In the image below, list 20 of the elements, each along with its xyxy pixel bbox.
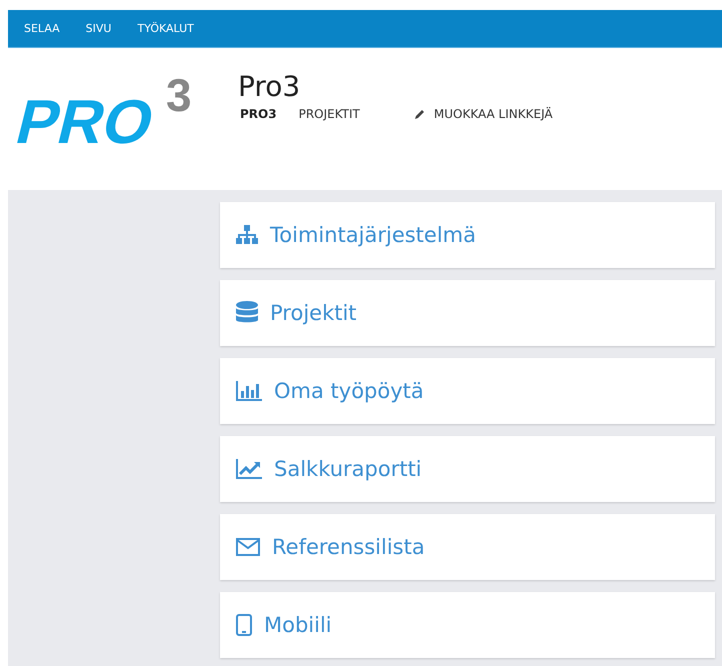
tile-link[interactable]: Projektit: [220, 280, 715, 346]
tile-link[interactable]: Mobiili: [220, 592, 715, 658]
line-chart-icon: [236, 459, 262, 479]
pencil-icon: [414, 108, 426, 120]
tile-link[interactable]: Toimintajärjestelmä: [220, 202, 715, 268]
nav-link[interactable]: PROJEKTIT: [296, 104, 362, 123]
envelope-icon: [236, 538, 260, 556]
database-icon: [236, 301, 258, 325]
sitemap-icon: [236, 225, 258, 245]
tablet-icon: [236, 614, 252, 636]
tile-link[interactable]: Oma työpöytä: [220, 358, 715, 424]
tile-link[interactable]: Salkkuraportti: [220, 436, 715, 502]
top-menu-link[interactable]: SIVU: [86, 22, 112, 35]
top-menu-link[interactable]: SELAA: [24, 22, 60, 35]
tile-link[interactable]: Referenssilista: [220, 514, 715, 580]
bar-chart-icon: [236, 381, 262, 401]
site-title: Pro3: [238, 72, 302, 103]
nav-link[interactable]: PRO3: [238, 104, 279, 123]
top-menu-link[interactable]: TYÖKALUT: [137, 22, 194, 35]
edit-links-link[interactable]: MUOKKAA LINKKEJÄ: [412, 104, 555, 123]
